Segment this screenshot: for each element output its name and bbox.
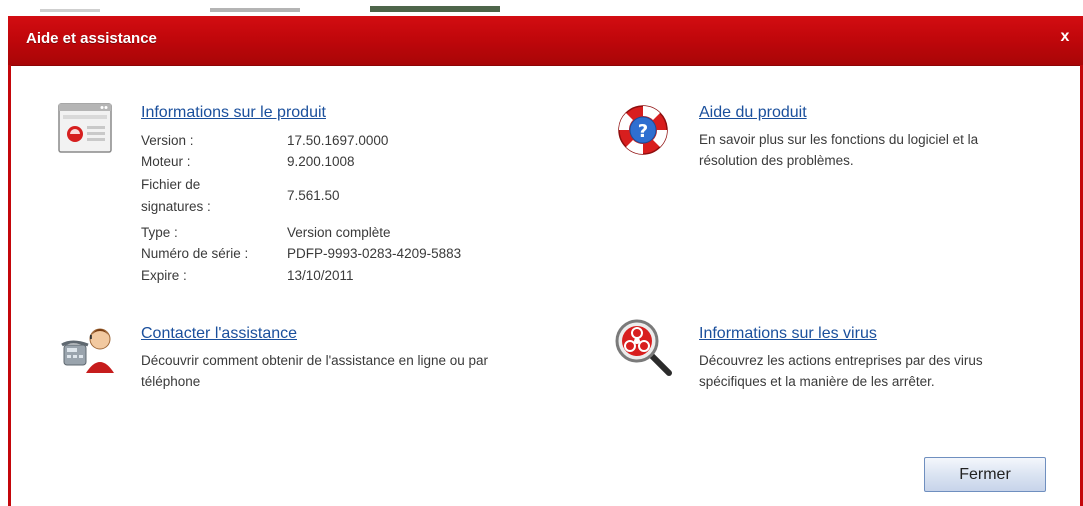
info-label: Moteur : (141, 154, 191, 169)
info-label: Version : (141, 133, 194, 148)
background-window-strip (0, 0, 1083, 14)
biohazard-magnifier-icon (615, 319, 672, 376)
info-value: Version complète (287, 225, 391, 240)
info-value: 9.200.1008 (287, 154, 355, 169)
help-dialog: Aide et assistance x Informations sur le… (8, 16, 1083, 506)
dialog-titlebar[interactable]: Aide et assistance x (8, 16, 1083, 66)
info-label: signatures : (141, 199, 211, 214)
info-value: PDFP-9993-0283-4209-5883 (287, 246, 462, 261)
virus-info-description: Découvrez les actions entreprises par de… (699, 353, 983, 389)
product-info-table: Version : 17.50.1697.0000 Moteur : 9.200… (141, 130, 561, 310)
product-help-link[interactable]: Aide du produit (699, 104, 807, 122)
background-element (370, 6, 500, 12)
info-row-type: Type : Version complète (141, 224, 561, 244)
product-window-icon (58, 103, 112, 153)
svg-text:?: ? (638, 121, 648, 142)
virus-info-link[interactable]: Informations sur les virus (699, 325, 877, 343)
info-value: 7.561.50 (287, 188, 340, 203)
close-icon[interactable]: x (1053, 25, 1077, 49)
info-label: Expire : (141, 268, 187, 283)
background-element (210, 8, 300, 12)
close-button[interactable]: Fermer (924, 457, 1046, 492)
info-label: Fichier de (141, 177, 201, 192)
info-label: Type : (141, 225, 178, 240)
lifebuoy-help-icon: ? (618, 105, 668, 155)
info-row-engine: Moteur : 9.200.1008 (141, 153, 561, 173)
info-row-serial: Numéro de série : PDFP-9993-0283-4209-58… (141, 245, 561, 265)
info-label: Numéro de série : (141, 246, 249, 261)
background-element (40, 9, 100, 12)
product-info-link[interactable]: Informations sur le produit (141, 104, 326, 122)
contact-support-link[interactable]: Contacter l'assistance (141, 325, 297, 343)
product-help-description: En savoir plus sur les fonctions du logi… (699, 132, 979, 168)
info-row-signatures: Fichier de signatures : 7.561.50 (141, 174, 561, 218)
info-row-expire: Expire : 13/10/2011 (141, 267, 561, 287)
info-value: 13/10/2011 (287, 268, 354, 283)
contact-support-description: Découvrir comment obtenir de l'assistanc… (141, 353, 489, 389)
support-agent-icon (61, 328, 114, 373)
info-value: 17.50.1697.0000 (287, 133, 389, 148)
dialog-title: Aide et assistance (26, 30, 157, 47)
info-row-version: Version : 17.50.1697.0000 (141, 132, 561, 152)
dialog-border (8, 65, 11, 506)
